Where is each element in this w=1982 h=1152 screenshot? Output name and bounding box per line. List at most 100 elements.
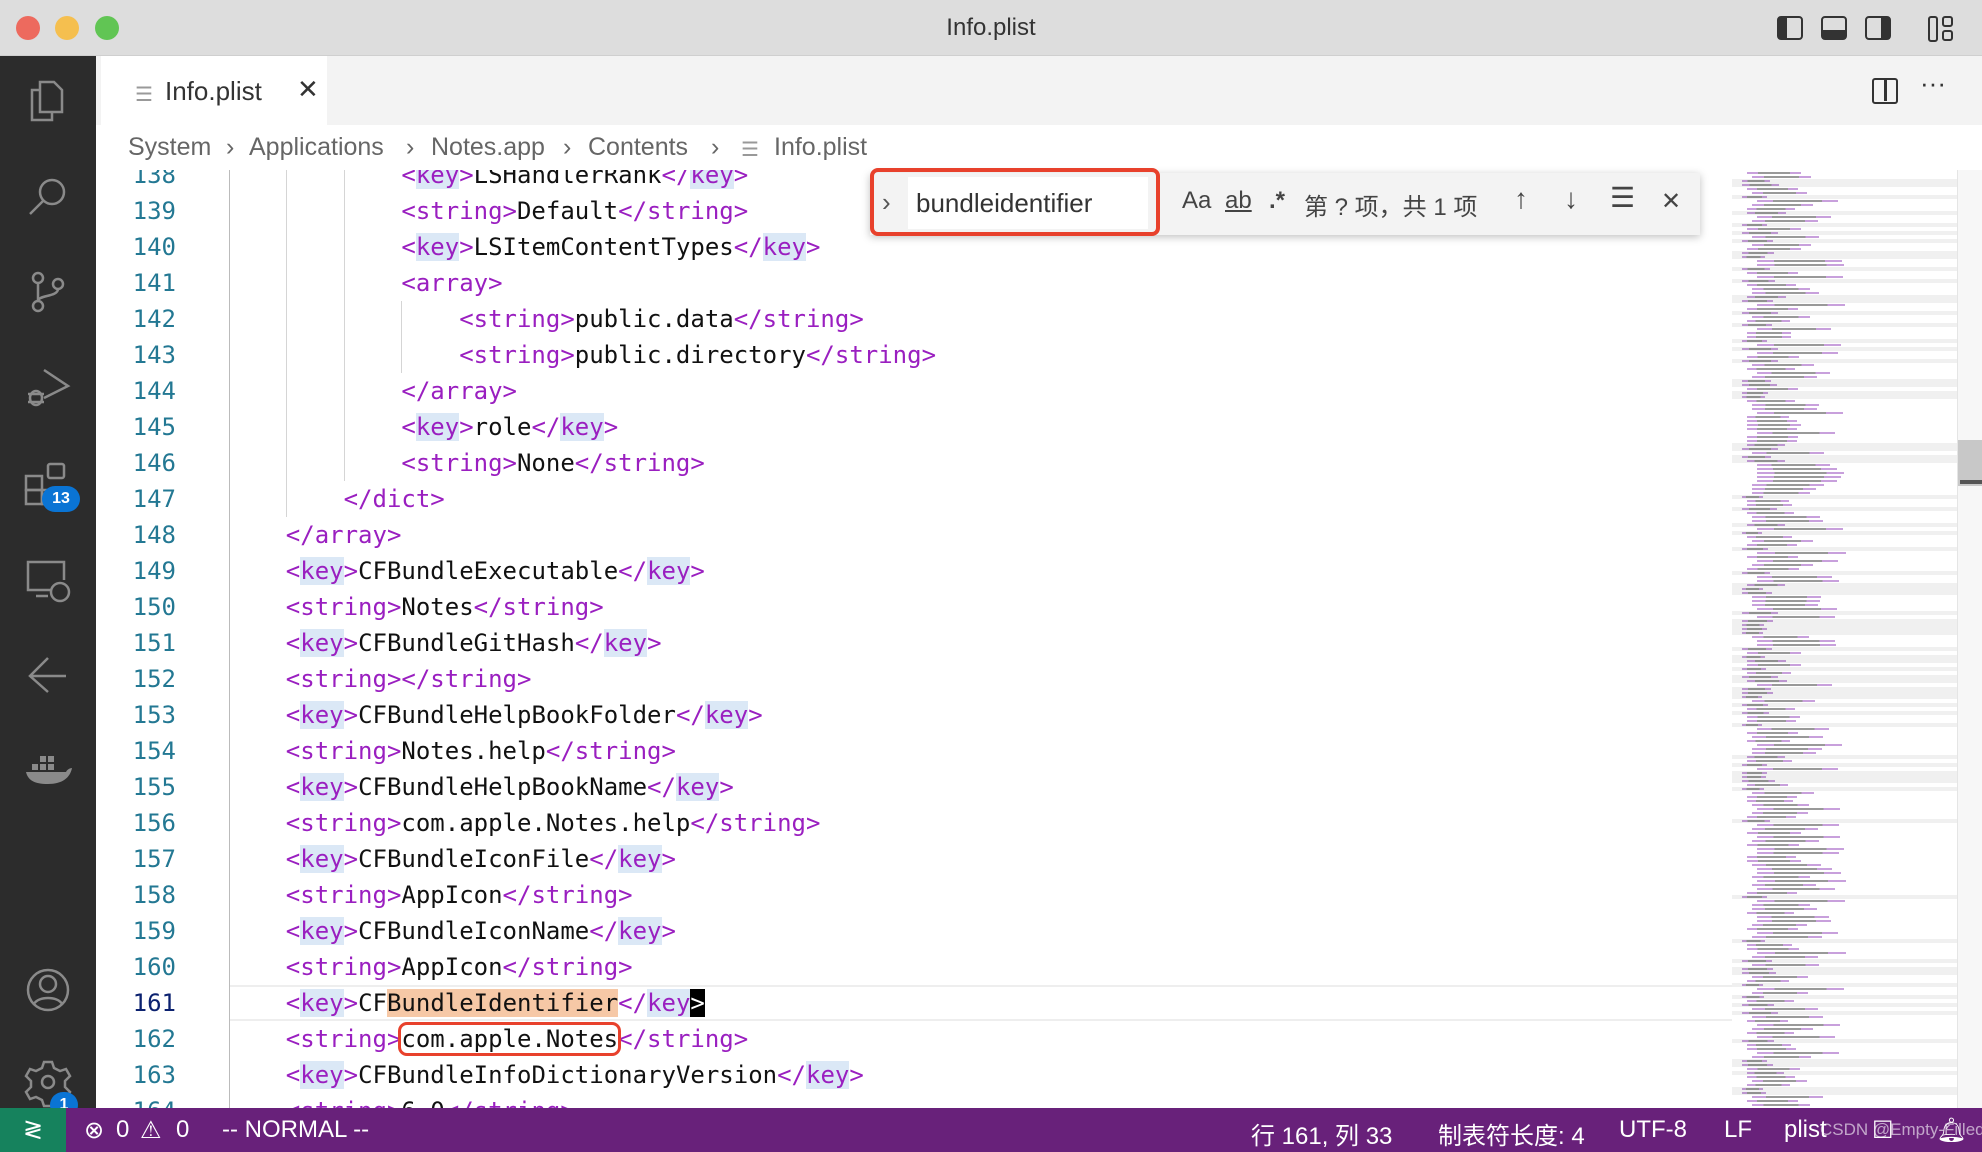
tab-bar: ☰ Info.plist ✕ ··· (96, 56, 1982, 125)
close-find-icon[interactable]: ✕ (1661, 187, 1681, 216)
code-text: <string>AppIcon</string> (285, 953, 633, 981)
minimap-line (1747, 284, 1796, 286)
docker-icon[interactable] (22, 744, 74, 796)
minimap-line (1752, 964, 1819, 966)
minimap-line (1747, 832, 1801, 834)
warning-count[interactable]: 0 (176, 1116, 189, 1144)
minimap-line (1752, 976, 1808, 978)
minimap-line (1747, 536, 1792, 538)
code-text: <string>Notes</string> (285, 593, 604, 621)
code-line[interactable]: 146 <string>None</string> (96, 445, 1732, 481)
feedback-icon[interactable]: ☐ (1872, 1116, 1894, 1145)
line-number: 147 (132, 485, 176, 513)
remote-indicator-icon[interactable]: ≷ (0, 1108, 66, 1152)
more-actions-icon[interactable]: ··· (1920, 68, 1946, 99)
minimap-highlight (1732, 939, 1957, 943)
run-and-debug-icon[interactable] (22, 362, 74, 414)
minimap-line (1752, 488, 1816, 490)
encoding[interactable]: UTF-8 (1619, 1116, 1687, 1144)
customize-layout-icon[interactable] (1928, 16, 1954, 42)
split-editor-icon[interactable] (1872, 78, 1898, 104)
error-count[interactable]: 0 (116, 1116, 129, 1144)
code-line[interactable]: 158 <string>AppIcon</string> (96, 877, 1732, 913)
minimap-line (1757, 608, 1837, 610)
code-line[interactable]: 155 <key>CFBundleHelpBookName</key> (96, 769, 1732, 805)
match-case-button[interactable]: Aa (1182, 187, 1211, 215)
minimap-highlight (1732, 323, 1957, 327)
minimap-line (1757, 952, 1846, 954)
minimap-line (1752, 176, 1811, 178)
line-number: 163 (132, 1061, 176, 1089)
previous-match-icon[interactable]: ↑ (1514, 183, 1528, 215)
minimap-line (1757, 304, 1845, 306)
code-line[interactable]: 141 <array> (96, 265, 1732, 301)
code-line[interactable]: 162 <string>com.apple.Notes</string> (96, 1021, 1732, 1057)
vertical-scrollbar[interactable] (1957, 170, 1982, 1108)
code-line[interactable]: 164 <string>6.0</string> (96, 1093, 1732, 1108)
end-of-line[interactable]: LF (1724, 1116, 1752, 1144)
line-number: 140 (132, 233, 176, 261)
code-line[interactable]: 159 <key>CFBundleIconName</key> (96, 913, 1732, 949)
toggle-panel-icon[interactable] (1821, 16, 1847, 40)
code-line[interactable]: 143 <string>public.directory</string> (96, 337, 1732, 373)
minimap-line (1747, 308, 1798, 310)
code-line[interactable]: 161 <key>CFBundleIdentifier</key> (96, 985, 1732, 1021)
line-number: 152 (132, 665, 176, 693)
code-line[interactable]: 157 <key>CFBundleIconFile</key> (96, 841, 1732, 877)
match-whole-word-button[interactable]: ab (1225, 187, 1252, 215)
source-control-icon[interactable] (22, 266, 74, 318)
cursor-position[interactable]: 行 161, 列 33 (1251, 1116, 1392, 1151)
code-line[interactable]: 160 <string>AppIcon</string> (96, 949, 1732, 985)
minimap-line (1752, 1028, 1813, 1030)
code-line[interactable]: 150 <string>Notes</string> (96, 589, 1732, 625)
toggle-secondary-sidebar-icon[interactable] (1865, 16, 1891, 40)
code-editor[interactable]: 138 <key>LSHandlerRank</key> 139 <string>De… (96, 170, 1732, 1108)
code-line[interactable]: 144 </array> (96, 373, 1732, 409)
breadcrumb: System › Applications › Notes.app › Cont… (96, 125, 1982, 170)
code-line[interactable]: 149 <key>CFBundleExecutable</key> (96, 553, 1732, 589)
minimap-line (1757, 352, 1838, 354)
breadcrumb-system[interactable]: System (128, 133, 211, 162)
breadcrumb-info-plist[interactable]: Info.plist (774, 133, 867, 162)
minimap-highlight (1732, 779, 1957, 783)
code-line[interactable]: 142 <string>public.data</string> (96, 301, 1732, 337)
minimap-line (1757, 528, 1843, 530)
minimap-highlight (1732, 531, 1957, 535)
accounts-icon[interactable] (22, 964, 74, 1016)
find-in-selection-icon[interactable]: ☰ (1610, 181, 1635, 214)
tab-size[interactable]: 制表符长度: 4 (1438, 1116, 1585, 1151)
notifications-bell-icon[interactable]: 🔔︎ (1936, 1116, 1966, 1145)
code-line[interactable]: 156 <string>com.apple.Notes.help</string> (96, 805, 1732, 841)
close-tab-icon[interactable]: ✕ (297, 74, 319, 105)
minimap-line (1747, 912, 1794, 914)
find-input[interactable] (908, 177, 1148, 229)
code-line[interactable]: 153 <key>CFBundleHelpBookFolder</key> (96, 697, 1732, 733)
minimap-line (1752, 192, 1807, 194)
code-line[interactable]: 147 </dict> (96, 481, 1732, 517)
breadcrumb-applications[interactable]: Applications (249, 133, 384, 162)
next-match-icon[interactable]: ↓ (1564, 183, 1578, 215)
tab-info-plist[interactable]: ☰ Info.plist ✕ (101, 56, 327, 125)
code-line[interactable]: 154 <string>Notes.help</string> (96, 733, 1732, 769)
use-regex-button[interactable]: .* (1269, 187, 1285, 215)
code-line[interactable]: 151 <key>CFBundleGitHash</key> (96, 625, 1732, 661)
minimap-line (1747, 188, 1798, 190)
code-line[interactable]: 163 <key>CFBundleInfoDictionaryVersion</k… (96, 1057, 1732, 1093)
breadcrumb-notes-app[interactable]: Notes.app (431, 133, 545, 162)
toggle-primary-sidebar-icon[interactable] (1777, 16, 1803, 40)
minimap-line (1757, 888, 1835, 890)
explorer-icon[interactable] (22, 76, 74, 128)
gitlens-icon[interactable] (22, 650, 74, 702)
breadcrumb-contents[interactable]: Contents (588, 133, 688, 162)
minimap-line (1747, 320, 1790, 322)
search-icon[interactable] (22, 172, 74, 224)
error-icon[interactable]: ⊗ (84, 1116, 104, 1145)
code-line[interactable]: 145 <key>role</key> (96, 409, 1732, 445)
warning-icon[interactable]: ⚠ (140, 1116, 162, 1145)
minimap-line (1757, 1052, 1839, 1054)
remote-explorer-icon[interactable] (22, 554, 74, 606)
code-line[interactable]: 152 <string></string> (96, 661, 1732, 697)
code-line[interactable]: 148 </array> (96, 517, 1732, 553)
minimap-line (1757, 852, 1839, 854)
minimap[interactable] (1732, 170, 1957, 1108)
